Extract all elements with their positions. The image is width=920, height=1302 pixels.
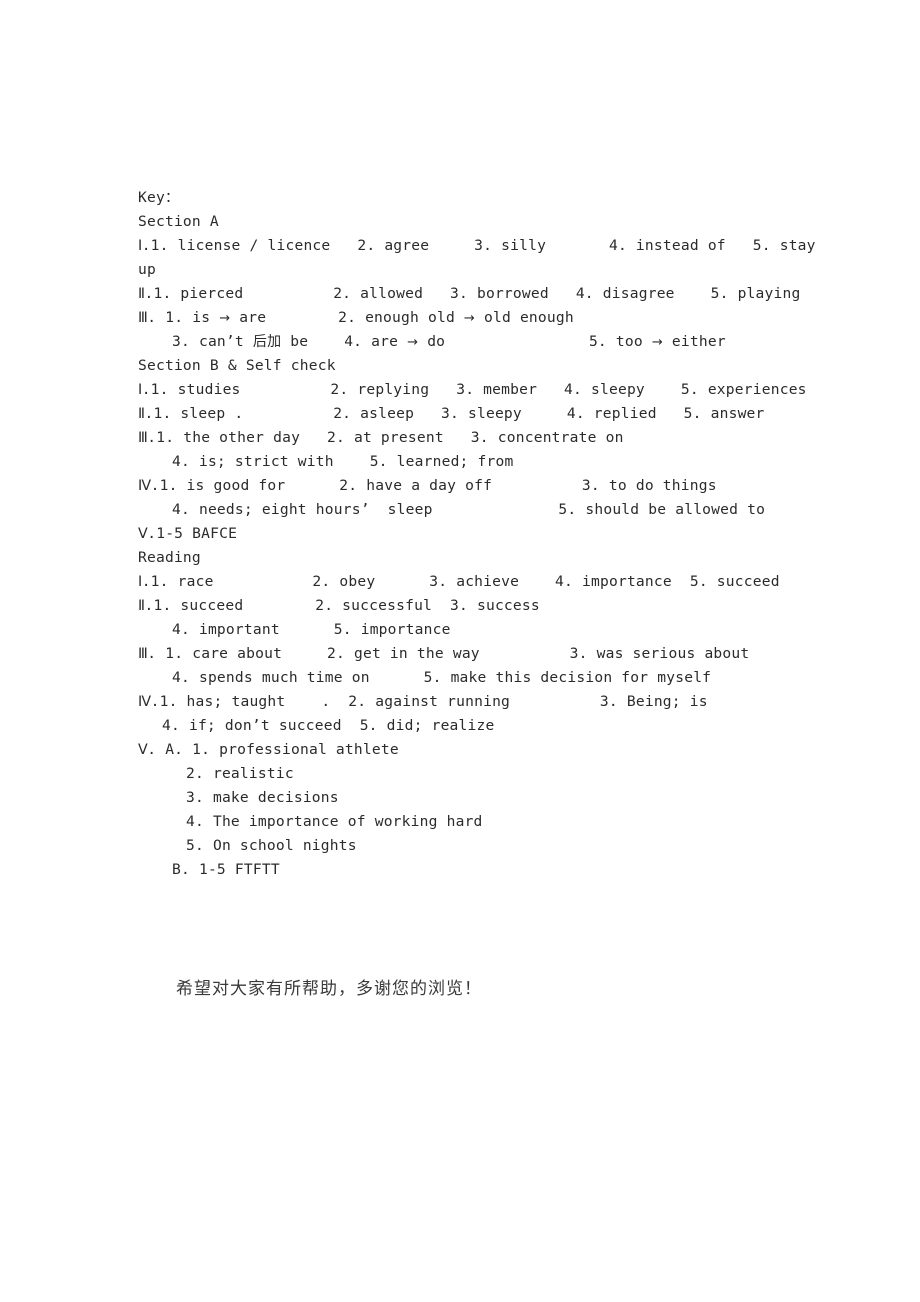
read-3-line2: 4. spends much time on 5. make this deci… bbox=[172, 669, 712, 686]
section-b-heading: Section B & Self check bbox=[138, 357, 336, 374]
read-5-a-1: Ⅴ. A. 1. professional athlete bbox=[138, 741, 399, 758]
sec-b-4-line1: Ⅳ.1. is good for 2. have a day off 3. to… bbox=[138, 477, 717, 494]
read-2-line1: Ⅱ.1. succeed 2. successful 3. success bbox=[138, 597, 540, 614]
read-4-line1: Ⅳ.1. has; taught . 2. against running 3.… bbox=[138, 693, 708, 710]
sec-b-1-line1: Ⅰ.1. studies 2. replying 3. member 4. sl… bbox=[138, 381, 807, 398]
read-1-line1: Ⅰ.1. race 2. obey 3. achieve 4. importan… bbox=[138, 573, 780, 590]
key-heading: Key： bbox=[138, 189, 180, 206]
sec-b-2-line1: Ⅱ.1. sleep . 2. asleep 3. sleepy 4. repl… bbox=[138, 405, 765, 422]
read-2-line2: 4. important 5. importance bbox=[172, 621, 451, 638]
footer-note: 希望对大家有所帮助，多谢您的浏览！ bbox=[176, 979, 482, 999]
read-5-b: B. 1-5 FTFTT bbox=[172, 861, 280, 878]
sec-a-1-line1: Ⅰ.1. license / licence 2. agree 3. silly… bbox=[138, 237, 816, 254]
sec-b-3-line1: Ⅲ.1. the other day 2. at present 3. conc… bbox=[138, 429, 624, 446]
read-5-a-3: 3. make decisions bbox=[186, 789, 339, 806]
sec-a-1-line2: up bbox=[138, 261, 156, 278]
section-a-heading: Section A bbox=[138, 213, 219, 230]
sec-a-3-line2: 3. can’t 后加 be 4. are → do 5. too → eith… bbox=[172, 333, 726, 350]
sec-b-5-line1: Ⅴ.1-5 BAFCE bbox=[138, 525, 238, 542]
sec-b-4-line2: 4. needs; eight hours’ sleep 5. should b… bbox=[172, 501, 766, 518]
sec-a-3-line1: Ⅲ. 1. is → are 2. enough old → old enoug… bbox=[138, 309, 574, 326]
read-5-a-4: 4. The importance of working hard bbox=[186, 813, 483, 830]
read-4-line2: 4. if; don’t succeed 5. did; realize bbox=[162, 717, 495, 734]
read-5-a-5: 5. On school nights bbox=[186, 837, 357, 854]
document-page: Key： Section A Ⅰ.1. license / licence 2. a… bbox=[0, 0, 920, 1302]
read-5-a-2: 2. realistic bbox=[186, 765, 294, 782]
read-3-line1: Ⅲ. 1. care about 2. get in the way 3. wa… bbox=[138, 645, 750, 662]
reading-heading: Reading bbox=[138, 549, 201, 566]
sec-a-2-line1: Ⅱ.1. pierced 2. allowed 3. borrowed 4. d… bbox=[138, 285, 801, 302]
answer-key-body: Key： Section A Ⅰ.1. license / licence 2. a… bbox=[138, 186, 818, 882]
sec-b-3-line2: 4. is; strict with 5. learned; from bbox=[172, 453, 514, 470]
